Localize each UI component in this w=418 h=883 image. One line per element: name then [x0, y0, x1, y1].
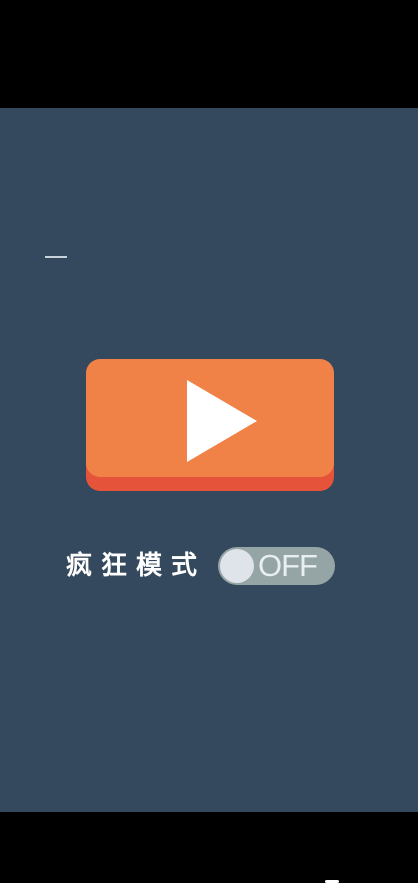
crazy-mode-label: 疯狂模式 — [66, 551, 207, 581]
play-button[interactable] — [86, 359, 334, 491]
toggle-state-label: OFF — [258, 548, 318, 583]
top-letterbox — [0, 0, 418, 108]
bottom-letterbox — [0, 812, 418, 883]
play-icon — [187, 380, 257, 462]
screen: 疯狂模式 OFF — [0, 0, 418, 883]
toggle-knob — [220, 549, 254, 583]
dash-mark — [45, 256, 67, 258]
play-button-face — [86, 359, 334, 477]
crazy-mode-toggle[interactable]: OFF — [218, 547, 335, 585]
